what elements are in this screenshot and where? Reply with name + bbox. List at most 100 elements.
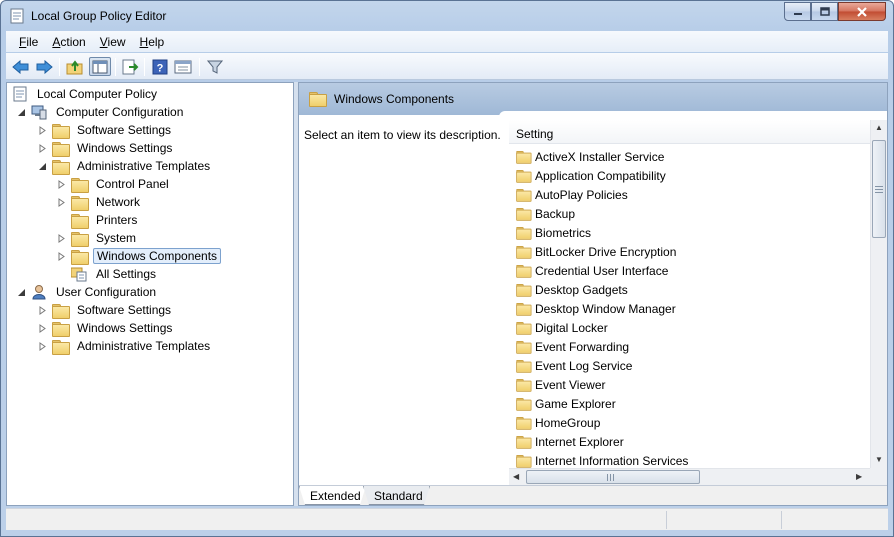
folder-icon bbox=[516, 226, 532, 240]
export-list-button[interactable] bbox=[120, 57, 140, 76]
list-item[interactable]: Event Viewer bbox=[509, 375, 605, 394]
tree-item-uc-software-settings[interactable]: Software Settings bbox=[38, 301, 174, 319]
folder-icon bbox=[52, 303, 70, 319]
tree-label: Administrative Templates bbox=[77, 159, 211, 173]
menu-action[interactable]: Action bbox=[45, 35, 92, 49]
collapsed-arrow-icon[interactable] bbox=[38, 341, 47, 351]
folder-icon bbox=[516, 302, 532, 316]
up-one-level-button[interactable] bbox=[65, 57, 85, 76]
close-button[interactable] bbox=[838, 2, 886, 21]
list-item[interactable]: Desktop Window Manager bbox=[509, 299, 676, 318]
horizontal-scroll-thumb[interactable] bbox=[526, 470, 700, 484]
collapsed-arrow-icon[interactable] bbox=[57, 233, 66, 243]
collapsed-arrow-icon[interactable] bbox=[57, 197, 66, 207]
help-button[interactable]: ? bbox=[150, 57, 170, 76]
collapsed-arrow-icon[interactable] bbox=[38, 305, 47, 315]
list-item[interactable]: Application Compatibility bbox=[509, 166, 666, 185]
list-item[interactable]: Biometrics bbox=[509, 223, 591, 242]
list-item[interactable]: Backup bbox=[509, 204, 575, 223]
expanded-arrow-icon[interactable] bbox=[17, 288, 26, 297]
settings-list[interactable]: Setting ActiveX Installer Service Applica… bbox=[509, 120, 871, 485]
folder-icon bbox=[516, 454, 532, 468]
vertical-scroll-thumb[interactable] bbox=[872, 140, 886, 238]
scroll-corner bbox=[870, 468, 887, 485]
list-item[interactable]: Digital Locker bbox=[509, 318, 608, 337]
toolbar-separator bbox=[59, 58, 60, 76]
tree-label: Computer Configuration bbox=[56, 105, 184, 119]
tree-item-all-settings[interactable]: All Settings bbox=[71, 265, 159, 283]
title-bar[interactable]: Local Group Policy Editor bbox=[1, 1, 893, 31]
scroll-up-arrow-icon[interactable]: ▲ bbox=[875, 123, 883, 132]
forward-button[interactable] bbox=[34, 57, 54, 76]
tab-standard[interactable]: Standard bbox=[363, 486, 430, 505]
list-item[interactable]: Credential User Interface bbox=[509, 261, 668, 280]
scroll-down-arrow-icon[interactable]: ▼ bbox=[875, 455, 883, 464]
list-item[interactable]: ActiveX Installer Service bbox=[509, 147, 664, 166]
svg-text:?: ? bbox=[157, 62, 164, 74]
horizontal-scrollbar[interactable]: ◀ ▶ bbox=[509, 468, 870, 485]
tree-item-cc-software-settings[interactable]: Software Settings bbox=[38, 121, 174, 139]
user-icon bbox=[32, 285, 46, 300]
properties-button[interactable] bbox=[173, 57, 193, 76]
list-item[interactable]: Desktop Gadgets bbox=[509, 280, 628, 299]
tree-item-local-computer-policy[interactable]: Local Computer Policy bbox=[12, 85, 160, 103]
list-item-label: Desktop Window Manager bbox=[535, 301, 676, 316]
tree-item-user-configuration[interactable]: User Configuration bbox=[17, 283, 159, 301]
tree-label: User Configuration bbox=[56, 285, 157, 299]
tab-extended[interactable]: Extended bbox=[299, 486, 366, 505]
folder-icon bbox=[52, 141, 70, 157]
column-header-setting[interactable]: Setting bbox=[509, 120, 871, 144]
show-hide-tree-button[interactable] bbox=[89, 57, 111, 76]
toolbar-separator bbox=[199, 58, 200, 76]
filter-icon bbox=[207, 60, 223, 74]
scroll-left-arrow-icon[interactable]: ◀ bbox=[513, 472, 519, 481]
toolbar-separator bbox=[115, 58, 116, 76]
list-item-label: ActiveX Installer Service bbox=[535, 149, 665, 164]
list-item-label: Desktop Gadgets bbox=[535, 282, 628, 297]
tree-item-printers[interactable]: Printers bbox=[71, 211, 140, 229]
tree-item-cc-administrative-templates[interactable]: Administrative Templates bbox=[38, 157, 213, 175]
tree-item-windows-components[interactable]: Windows Components bbox=[57, 247, 222, 265]
tree-item-computer-configuration[interactable]: Computer Configuration bbox=[17, 103, 186, 121]
list-item[interactable]: BitLocker Drive Encryption bbox=[509, 242, 676, 261]
collapsed-arrow-icon[interactable] bbox=[38, 143, 47, 153]
menu-help[interactable]: Help bbox=[133, 35, 172, 49]
status-divider bbox=[666, 511, 667, 529]
tree-label-selected: Windows Components bbox=[93, 248, 222, 264]
tree-item-cc-windows-settings[interactable]: Windows Settings bbox=[38, 139, 175, 157]
details-header: Windows Components bbox=[299, 83, 887, 117]
menu-file[interactable]: File bbox=[12, 35, 45, 49]
tree-item-system[interactable]: System bbox=[57, 229, 139, 247]
collapsed-arrow-icon[interactable] bbox=[57, 179, 66, 189]
list-item-label: Event Viewer bbox=[535, 377, 606, 392]
filter-button[interactable] bbox=[205, 57, 225, 76]
expanded-arrow-icon[interactable] bbox=[17, 108, 26, 117]
back-button[interactable] bbox=[11, 57, 31, 76]
list-item[interactable]: AutoPlay Policies bbox=[509, 185, 628, 204]
collapsed-arrow-icon[interactable] bbox=[38, 125, 47, 135]
collapsed-arrow-icon[interactable] bbox=[57, 251, 66, 261]
list-item[interactable]: Internet Explorer bbox=[509, 432, 624, 451]
minimize-button[interactable] bbox=[784, 2, 811, 21]
list-item[interactable]: Event Forwarding bbox=[509, 337, 629, 356]
folder-icon bbox=[71, 231, 89, 247]
tree-item-control-panel[interactable]: Control Panel bbox=[57, 175, 172, 193]
tree-item-uc-administrative-templates[interactable]: Administrative Templates bbox=[38, 337, 213, 355]
list-item[interactable]: Game Explorer bbox=[509, 394, 616, 413]
folder-icon bbox=[516, 169, 532, 183]
expanded-arrow-icon[interactable] bbox=[38, 162, 47, 171]
folder-icon bbox=[516, 188, 532, 202]
maximize-button[interactable] bbox=[811, 2, 838, 21]
list-item[interactable]: Event Log Service bbox=[509, 356, 632, 375]
menu-view[interactable]: View bbox=[93, 35, 133, 49]
folder-icon bbox=[516, 340, 532, 354]
scroll-right-arrow-icon[interactable]: ▶ bbox=[856, 472, 862, 481]
vertical-scrollbar[interactable]: ▲ ▼ bbox=[870, 120, 887, 468]
details-pane: Windows Components Select an item to vie… bbox=[298, 82, 888, 506]
tree-item-uc-windows-settings[interactable]: Windows Settings bbox=[38, 319, 175, 337]
tree-item-network[interactable]: Network bbox=[57, 193, 143, 211]
console-tree[interactable]: Local Computer Policy Computer Configura… bbox=[6, 82, 294, 506]
list-item[interactable]: HomeGroup bbox=[509, 413, 600, 432]
folder-icon bbox=[516, 245, 532, 259]
collapsed-arrow-icon[interactable] bbox=[38, 323, 47, 333]
